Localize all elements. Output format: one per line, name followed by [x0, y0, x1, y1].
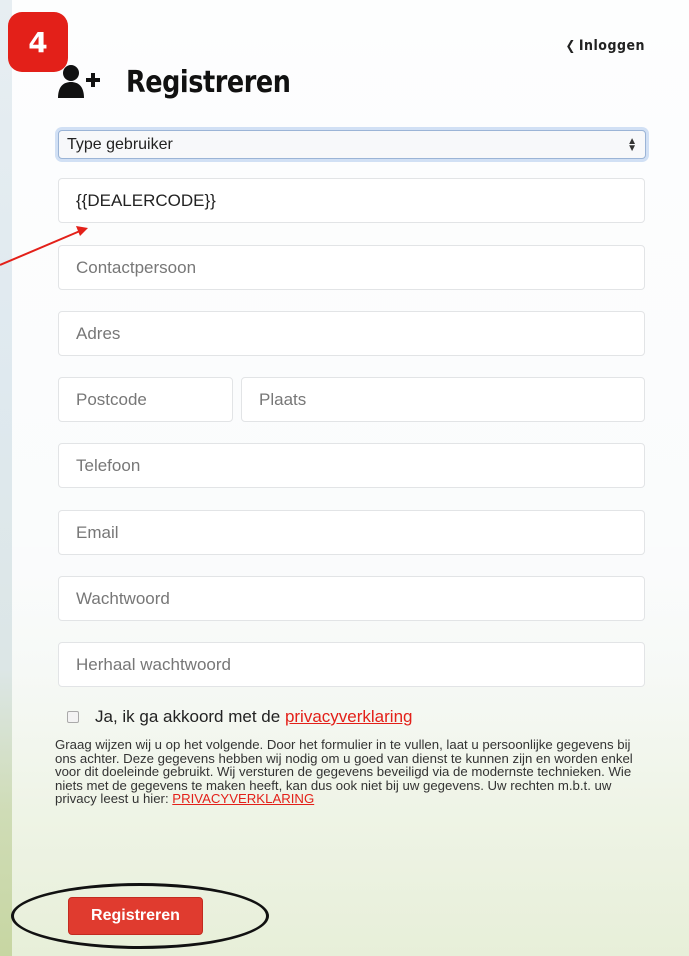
page-header: Registreren [58, 64, 320, 100]
privacy-link[interactable]: privacyverklaring [285, 707, 413, 726]
user-type-select[interactable]: Type gebruiker ▲ ▼ [58, 130, 646, 159]
phone-field[interactable]: Telefoon [58, 443, 645, 488]
password-repeat-placeholder: Herhaal wachtwoord [76, 654, 231, 674]
city-placeholder: Plaats [259, 389, 307, 409]
privacy-notice-link[interactable]: PRIVACYVERKLARING [172, 791, 314, 806]
login-link-label: Inloggen [578, 38, 645, 54]
contactperson-placeholder: Contactpersoon [76, 257, 197, 277]
consent-checkbox[interactable] [67, 711, 79, 723]
dealercode-field[interactable]: {{DEALERCODE}} [58, 178, 645, 223]
postcode-field[interactable]: Postcode [58, 377, 233, 422]
consent-row: Ja, ik ga akkoord met de privacyverklari… [67, 707, 412, 727]
email-field[interactable]: Email [58, 510, 645, 555]
chevron-left-icon: ❮ [565, 39, 576, 54]
password-repeat-field[interactable]: Herhaal wachtwoord [58, 642, 645, 687]
consent-label-text: Ja, ik ga akkoord met de [95, 707, 285, 726]
page-title: Registreren [126, 64, 291, 100]
address-placeholder: Adres [76, 323, 121, 343]
highlight-oval [11, 883, 269, 949]
login-link[interactable]: ❮ Inloggen [566, 38, 645, 54]
step-badge: 4 [8, 12, 68, 72]
add-user-icon [58, 64, 106, 100]
postcode-placeholder: Postcode [76, 389, 147, 409]
password-field[interactable]: Wachtwoord [58, 576, 645, 621]
dealercode-value: {{DEALERCODE}} [76, 190, 216, 210]
user-type-select-value: Type gebruiker [67, 135, 173, 153]
email-placeholder: Email [76, 522, 119, 542]
privacy-notice-text: Graag wijzen wij u op het volgende. Door… [55, 737, 633, 806]
select-arrows-icon: ▲ ▼ [627, 135, 637, 154]
city-field[interactable]: Plaats [241, 377, 645, 422]
phone-placeholder: Telefoon [76, 455, 141, 475]
password-placeholder: Wachtwoord [76, 588, 170, 608]
privacy-notice: Graag wijzen wij u op het volgende. Door… [55, 738, 645, 806]
consent-label: Ja, ik ga akkoord met de privacyverklari… [95, 707, 412, 727]
contactperson-field[interactable]: Contactpersoon [58, 245, 645, 290]
address-field[interactable]: Adres [58, 311, 645, 356]
